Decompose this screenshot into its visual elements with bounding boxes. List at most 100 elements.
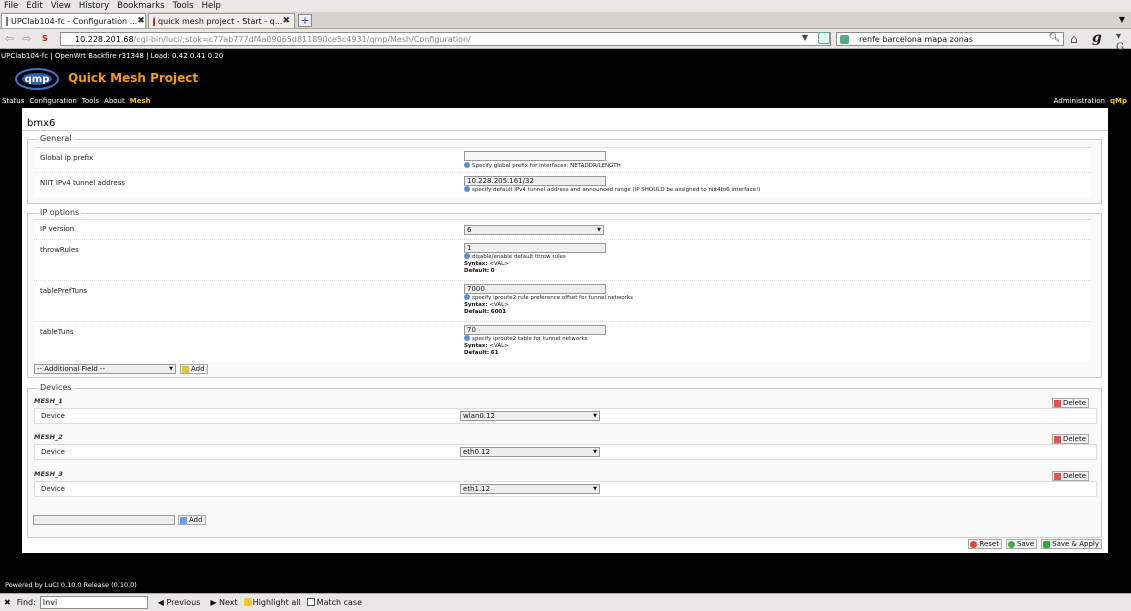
device-select-mesh1[interactable]: wlan0.12 ▼ [460,411,600,421]
menu-qmp[interactable]: qMp [1110,97,1127,105]
delete-mesh2-button[interactable]: Delete [1052,434,1089,444]
chevron-down-icon: ▼ [593,413,597,419]
close-tab-icon[interactable]: ✖ [137,16,145,26]
find-next-button[interactable]: ▶ Next [210,598,237,607]
menu-mesh[interactable]: Mesh [130,97,151,105]
menu-configuration[interactable]: Configuration [29,97,76,105]
field-help: specify default IPv4 tunnel address and … [464,186,760,193]
info-icon [464,186,470,192]
tab-configuration[interactable]: UPClab104-fc - Configuration ... ✖ [1,13,146,28]
url-bar[interactable]: 10.228.201.68/cgi-bin/luci/;stok=c77ab77… [60,32,831,46]
home-icon[interactable]: ⌂ [1070,32,1078,46]
field-ip-version: IP version 6 ▼ [34,219,1091,239]
main-content: bmx6 General Global ip prefix Specify gl… [22,108,1108,553]
forward-icon[interactable]: ⇨ [22,32,31,45]
add-field-button[interactable]: Add [180,364,208,374]
info-icon [464,294,470,300]
field-default: Default: 6001 [464,309,506,315]
search-icon[interactable]: 🔍︎ [1049,33,1060,43]
device-row-mesh2: Device eth0.12 ▼ [34,444,1097,460]
button-label: Reset [979,540,999,548]
menu-tools[interactable]: Tools [82,97,99,105]
close-tab-icon[interactable]: ✖ [282,16,290,26]
field-default: Default: 61 [464,350,498,356]
add-device-button[interactable]: Add [178,515,206,525]
menu-history[interactable]: History [79,1,109,11]
default-label: Default: [464,309,490,315]
menu-about[interactable]: About [104,97,125,105]
button-label: Delete [1063,435,1086,443]
menu-file[interactable]: File [4,1,18,11]
device-select-mesh2[interactable]: eth0.12 ▼ [460,447,600,457]
field-syntax: Syntax: <VAL> [464,302,509,308]
help-text: Specify global prefix for interfaces: NE… [472,163,621,169]
google-toolbar-icon[interactable]: g [1092,30,1102,46]
chevron-down-icon: ▼ [593,486,597,492]
delete-icon [1054,435,1061,443]
save-button[interactable]: Save [1005,539,1038,549]
reset-button[interactable]: Reset [968,539,1002,549]
browser-menubar: File Edit View History Bookmarks Tools H… [0,0,1131,12]
menu-view[interactable]: View [51,1,71,11]
refresh-icon[interactable] [818,32,830,44]
ip-version-select[interactable]: 6 ▼ [464,225,604,235]
save-apply-button[interactable]: Save & Apply [1041,539,1102,549]
syntax-label: Syntax: [464,302,488,308]
field-label: Device [41,448,65,456]
tab-qmp-start[interactable]: quick mesh project - Start - q... ✖ [148,13,295,28]
field-label: IP version [40,225,75,233]
match-case-checkbox[interactable]: Match case [306,598,362,607]
field-label: Global ip prefix [40,154,94,162]
field-throwrules: throwRules 1 disable/enable default thro… [34,239,1091,280]
find-input[interactable]: Invi [39,596,148,609]
syntax-value: <VAL> [489,261,509,267]
menu-bookmarks[interactable]: Bookmarks [117,1,165,11]
field-tableprefftuns: tablePrefTuns 7000 specify iproute2 rule… [34,280,1091,321]
search-bar[interactable]: renfe barcelona mapa zonas 🔍︎ [836,32,1064,46]
device-section-name: MESH_1 [34,397,63,405]
chevron-down-icon: ▼ [593,449,597,455]
syntax-label: Syntax: [464,343,488,349]
tab-list-arrow-icon[interactable]: ▼ [1119,15,1125,24]
find-previous-button[interactable]: ◀ Previous [158,598,201,607]
field-label: throwRules [40,246,79,254]
tabletuns-input[interactable]: 70 [464,325,606,335]
additional-field-select[interactable]: -- Additional Field -- ▼ [34,364,176,374]
delete-mesh3-button[interactable]: Delete [1052,471,1089,481]
tab-bar: UPClab104-fc - Configuration ... ✖ quick… [0,12,1131,29]
menu-status[interactable]: Status [2,97,24,105]
luci-page: UPClab104-fc | OpenWrt Backfire r31348 |… [0,50,1131,593]
menu-tools[interactable]: Tools [173,1,194,11]
syntax-value: <VAL> [489,302,509,308]
site-identity-icon[interactable]: S [42,34,48,43]
back-icon[interactable]: ⇦ [5,32,14,45]
search-engine-icon[interactable] [840,35,849,44]
chevron-down-icon: ▼ [169,366,173,372]
syntax-label: Syntax: [464,261,488,267]
new-tab-button[interactable]: + [298,14,312,27]
device-select-mesh3[interactable]: eth1.12 ▼ [460,484,600,494]
reset-icon [970,540,978,548]
menu-edit[interactable]: Edit [26,1,42,11]
info-icon [464,253,470,259]
field-syntax: Syntax: <VAL> [464,343,509,349]
menu-help[interactable]: Help [202,1,221,11]
button-label: Save & Apply [1052,540,1099,548]
global-ip-prefix-input[interactable] [464,151,606,161]
highlight-icon [243,598,252,606]
button-label: Add [191,365,205,373]
new-device-name-input[interactable] [33,515,175,525]
info-icon [464,162,470,168]
brand-title: Quick Mesh Project [68,71,199,85]
delete-mesh1-button[interactable]: Delete [1052,398,1089,408]
niit-ipv4-input[interactable]: 10.228.205.161/32 [464,176,606,186]
highlight-all-button[interactable]: Highlight all [243,598,301,607]
close-findbar-icon[interactable]: ✖ [4,598,11,607]
button-label: Save [1016,540,1035,548]
checkbox-icon [306,598,315,606]
tableprefftuns-input[interactable]: 7000 [464,284,606,294]
right-menu: Administration qMp [1054,97,1127,105]
throwrules-input[interactable]: 1 [464,243,606,253]
url-dropdown-icon[interactable]: ▼ [802,33,808,42]
menu-administration[interactable]: Administration [1054,97,1105,105]
